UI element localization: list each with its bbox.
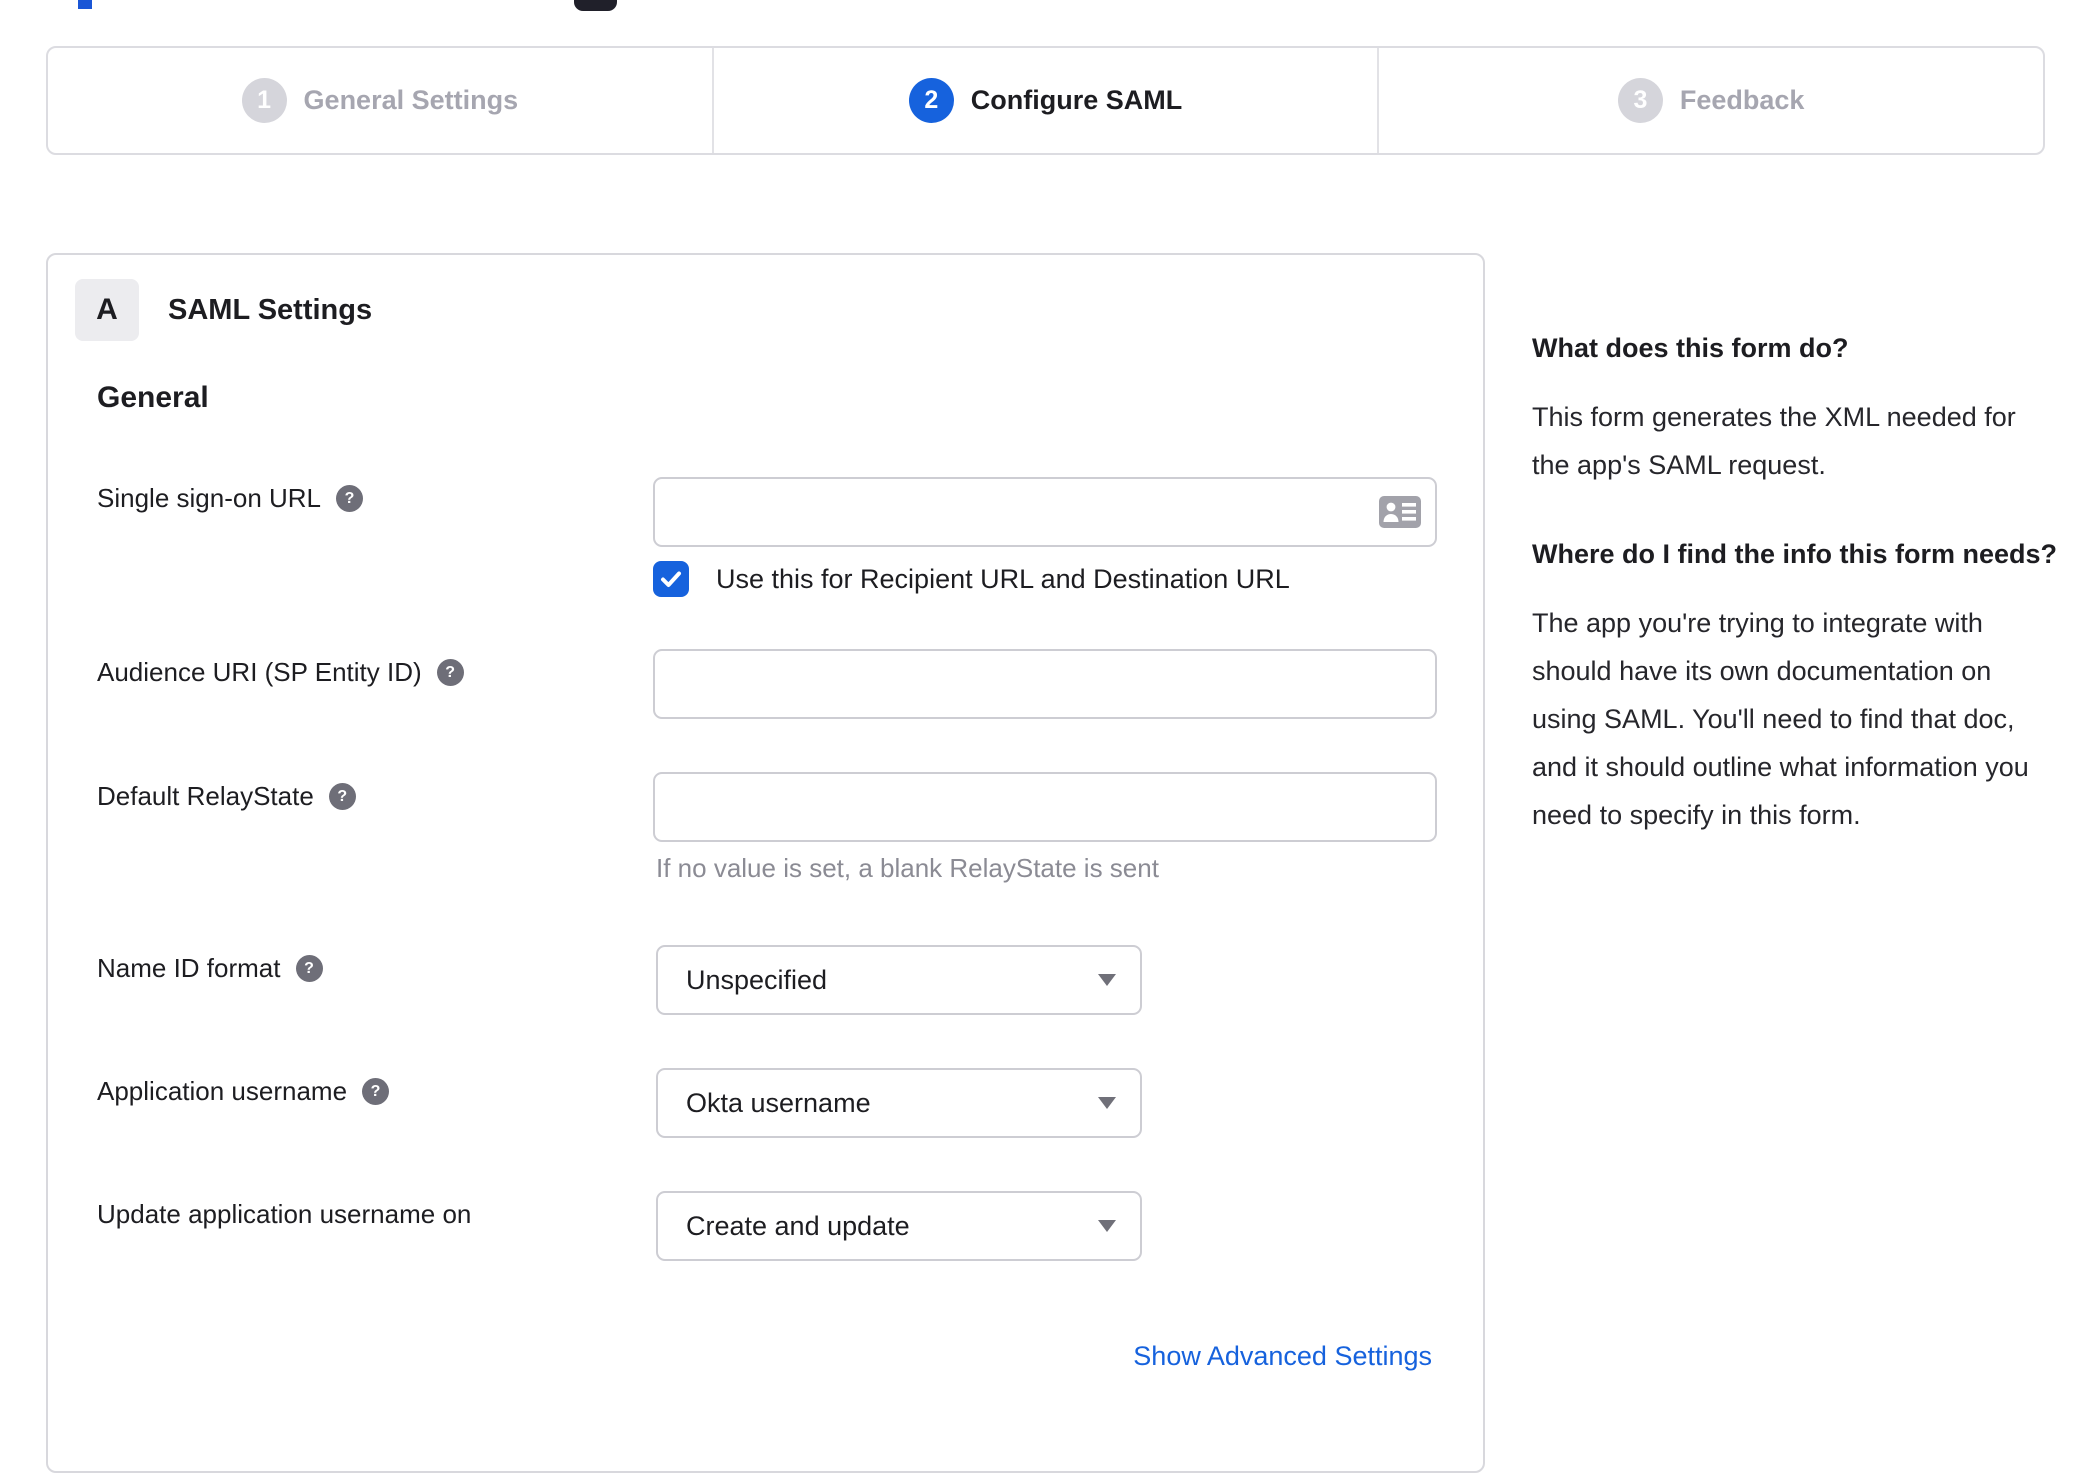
relaystate-helper-text: If no value is set, a blank RelayState i… bbox=[656, 853, 1159, 883]
dropdown-caret-icon bbox=[1098, 974, 1116, 986]
show-advanced-settings-link[interactable]: Show Advanced Settings bbox=[1133, 1341, 1432, 1372]
relaystate-label-row: Default RelayState ? bbox=[97, 781, 356, 812]
step-1-number-badge: 1 bbox=[241, 78, 287, 123]
sso-url-help-icon[interactable]: ? bbox=[336, 485, 364, 512]
partial-header-element bbox=[574, 0, 617, 11]
nameid-format-select[interactable]: Unspecified bbox=[656, 945, 1142, 1015]
audience-uri-label-row: Audience URI (SP Entity ID) ? bbox=[97, 657, 464, 688]
relaystate-help-icon[interactable]: ? bbox=[328, 783, 356, 810]
update-username-label-row: Update application username on bbox=[97, 1199, 471, 1230]
nameid-format-help-icon[interactable]: ? bbox=[295, 955, 323, 982]
sidebar-heading-what: What does this form do? bbox=[1532, 333, 1849, 363]
sidebar-text-what: This form generates the XML needed for t… bbox=[1532, 402, 2016, 480]
help-sidebar: What does this form do? This form genera… bbox=[1532, 327, 2057, 839]
partial-tab-indicator bbox=[78, 0, 92, 9]
app-username-help-icon[interactable]: ? bbox=[362, 1078, 390, 1105]
app-username-select[interactable]: Okta username bbox=[656, 1068, 1142, 1138]
recipient-destination-checkbox[interactable] bbox=[653, 561, 689, 597]
sso-url-label-row: Single sign-on URL ? bbox=[97, 483, 364, 514]
step-general-settings[interactable]: 1 General Settings bbox=[48, 48, 712, 153]
dropdown-caret-icon bbox=[1098, 1220, 1116, 1232]
audience-uri-help-icon[interactable]: ? bbox=[436, 659, 464, 686]
step-1-label: General Settings bbox=[303, 85, 519, 115]
app-username-selected-value: Okta username bbox=[686, 1087, 871, 1118]
step-2-number-badge: 2 bbox=[908, 78, 954, 123]
step-configure-saml[interactable]: 2 Configure SAML bbox=[711, 48, 1378, 153]
audience-uri-label: Audience URI (SP Entity ID) bbox=[97, 657, 422, 687]
update-username-selected-value: Create and update bbox=[686, 1210, 910, 1241]
saml-settings-panel: A SAML Settings General Single sign-on U… bbox=[46, 253, 1485, 1473]
app-username-label: Application username bbox=[97, 1076, 348, 1106]
checkmark-icon bbox=[661, 571, 681, 587]
step-feedback[interactable]: 3 Feedback bbox=[1377, 48, 2043, 153]
audience-uri-input[interactable] bbox=[653, 649, 1437, 719]
nameid-format-label-row: Name ID format ? bbox=[97, 953, 323, 984]
update-username-select[interactable]: Create and update bbox=[656, 1191, 1142, 1261]
general-section-heading: General bbox=[97, 381, 209, 414]
sso-url-input-wrap bbox=[653, 477, 1437, 547]
app-username-label-row: Application username ? bbox=[97, 1076, 390, 1107]
dropdown-caret-icon bbox=[1098, 1097, 1116, 1109]
wizard-stepper: 1 General Settings 2 Configure SAML 3 Fe… bbox=[46, 46, 2045, 155]
panel-title: SAML Settings bbox=[168, 293, 373, 326]
sso-url-input[interactable] bbox=[653, 477, 1437, 547]
step-2-label: Configure SAML bbox=[970, 85, 1183, 115]
nameid-format-selected-value: Unspecified bbox=[686, 964, 828, 995]
relaystate-label: Default RelayState bbox=[97, 781, 314, 811]
step-3-label: Feedback bbox=[1679, 85, 1805, 115]
contact-card-icon bbox=[1379, 496, 1421, 528]
update-username-label: Update application username on bbox=[97, 1199, 472, 1229]
sidebar-heading-where: Where do I find the info this form needs… bbox=[1532, 539, 2057, 569]
step-3-number-badge: 3 bbox=[1617, 78, 1663, 123]
sidebar-text-where: The app you're trying to integrate with … bbox=[1532, 608, 2029, 830]
sso-url-label: Single sign-on URL bbox=[97, 483, 322, 513]
section-a-badge: A bbox=[75, 279, 139, 341]
relaystate-input[interactable] bbox=[653, 772, 1437, 842]
nameid-format-label: Name ID format bbox=[97, 953, 281, 983]
recipient-destination-checkbox-label[interactable]: Use this for Recipient URL and Destinati… bbox=[716, 561, 1290, 597]
